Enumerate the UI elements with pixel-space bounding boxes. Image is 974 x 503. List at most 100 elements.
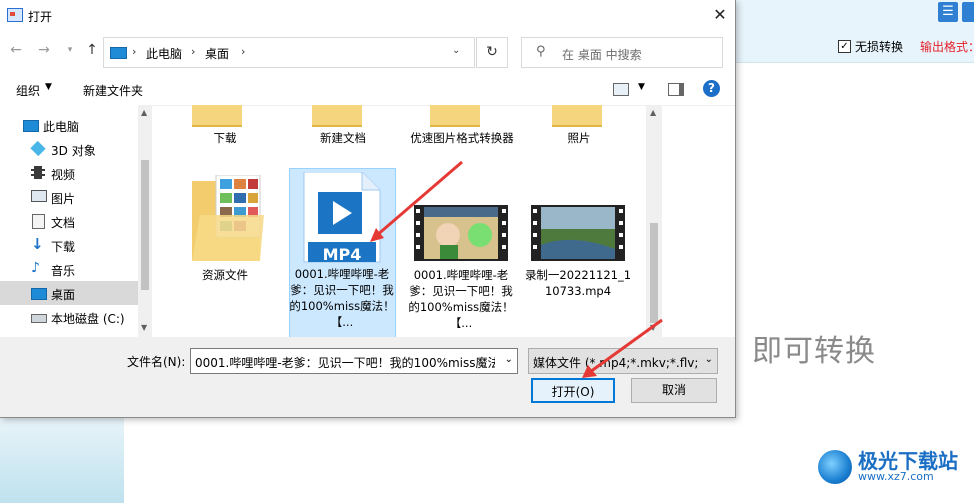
sidebar-item-label: 文档 bbox=[51, 216, 76, 230]
command-toolbar: 组织 ▼ 新建文件夹 ▼ ? bbox=[0, 73, 735, 106]
up-arrow-icon[interactable]: ↑ bbox=[84, 42, 100, 58]
filename-value: 0001.哔哩哔哩-老爹：见识一下吧！我的100%miss魔法！【... bbox=[195, 356, 495, 370]
video-thumbnail-icon bbox=[414, 205, 508, 261]
file-list-scrollbar[interactable]: ▲ ▼ bbox=[646, 105, 662, 337]
sidebar-item-label: 下载 bbox=[51, 240, 76, 254]
video-icon bbox=[31, 166, 45, 179]
caret-down-icon[interactable]: ▼ bbox=[45, 82, 52, 92]
folder-photos[interactable]: 照片 bbox=[524, 130, 634, 146]
dialog-title: 打开 bbox=[28, 10, 53, 24]
folder-icon[interactable] bbox=[430, 105, 480, 127]
sidebar-item-pictures[interactable]: 图片 bbox=[0, 185, 138, 209]
sidebar-item-label: 本地磁盘 (C:) bbox=[51, 312, 125, 326]
sidebar-item-label: 桌面 bbox=[51, 288, 76, 302]
search-input[interactable]: ⚲ 在 桌面 中搜索 bbox=[521, 37, 723, 68]
documents-icon bbox=[32, 214, 45, 229]
filename-input[interactable]: 0001.哔哩哔哩-老爹：见识一下吧！我的100%miss魔法！【... ⌄ bbox=[190, 348, 518, 374]
sidebar-item-3d-objects[interactable]: 3D 对象 bbox=[0, 137, 138, 161]
forward-arrow-icon[interactable]: → bbox=[36, 42, 52, 58]
scroll-up-icon[interactable]: ▲ bbox=[650, 108, 656, 117]
view-mode-icon[interactable] bbox=[613, 83, 629, 96]
file-name: 资源文件 bbox=[202, 268, 248, 282]
file-mp4-selected[interactable]: MP4 0001.哔哩哔哩-老爹：见识一下吧！我的100%miss魔法！【... bbox=[289, 168, 396, 337]
sidebar-item-label: 3D 对象 bbox=[51, 144, 96, 158]
file-list: 下载 新建文档 优速图片格式转换器 照片 资源文件 MP4 0001.哔哩哔哩-… bbox=[152, 105, 646, 337]
sidebar-item-this-pc[interactable]: 此电脑 bbox=[0, 113, 138, 137]
close-button[interactable]: ✕ bbox=[706, 4, 734, 26]
scroll-down-icon[interactable]: ▼ bbox=[650, 323, 656, 332]
scrollbar-thumb[interactable] bbox=[650, 223, 658, 323]
sidebar-item-label: 视频 bbox=[51, 168, 76, 182]
download-icon: ↓ bbox=[31, 235, 44, 253]
cancel-button[interactable]: 取消 bbox=[631, 378, 717, 403]
breadcrumb-separator[interactable]: › bbox=[241, 45, 245, 58]
folder-icon[interactable] bbox=[312, 105, 362, 127]
scroll-down-icon[interactable]: ▼ bbox=[141, 323, 147, 332]
folder-downloads[interactable]: 下载 bbox=[170, 130, 280, 146]
menu-icon[interactable]: ☰ bbox=[938, 2, 958, 22]
video-thumbnail-icon bbox=[531, 205, 625, 261]
sidebar-item-downloads[interactable]: ↓ 下载 bbox=[0, 233, 138, 257]
caret-down-icon[interactable]: ▼ bbox=[638, 82, 645, 92]
chevron-down-icon[interactable]: ⌄ bbox=[505, 354, 513, 365]
file-name: 0001.哔哩哔哩-老爹：见识一下吧！我的100%miss魔法！【... bbox=[289, 267, 395, 329]
open-button[interactable]: 打开(O) bbox=[531, 378, 615, 403]
app-icon bbox=[7, 8, 23, 22]
folder-with-images-icon bbox=[192, 175, 264, 261]
new-folder-button[interactable]: 新建文件夹 bbox=[83, 82, 143, 99]
search-icon: ⚲ bbox=[536, 44, 546, 59]
address-bar[interactable]: › 此电脑 › 桌面 › ⌄ bbox=[103, 37, 475, 68]
output-format-label: 输出格式： bbox=[920, 40, 974, 54]
logo-mark-icon bbox=[818, 450, 852, 484]
scroll-up-icon[interactable]: ▲ bbox=[141, 108, 147, 117]
sidebar-item-documents[interactable]: 文档 bbox=[0, 209, 138, 233]
chevron-down-icon[interactable]: ⌄ bbox=[705, 354, 713, 365]
mp4-badge: MP4 bbox=[322, 245, 362, 264]
title-bar: 打开 ✕ bbox=[0, 0, 735, 30]
background-image bbox=[0, 417, 124, 503]
folder-image-converter[interactable]: 优速图片格式转换器 bbox=[407, 130, 517, 146]
breadcrumb-item-desktop[interactable]: 桌面 bbox=[205, 45, 229, 62]
drop-hint-text: 即可转换 bbox=[752, 334, 876, 369]
organize-menu[interactable]: 组织 bbox=[16, 82, 40, 99]
open-file-dialog: 打开 ✕ ← → ▾ ↑ › 此电脑 › 桌面 › ⌄ ↻ ⚲ 在 桌面 中搜索… bbox=[0, 0, 736, 418]
breadcrumb-separator[interactable]: › bbox=[132, 45, 136, 58]
breadcrumb-item-pc[interactable]: 此电脑 bbox=[146, 45, 182, 62]
file-name: 录制一20221121_110733.mp4 bbox=[524, 268, 632, 298]
lossless-label: 无损转换 bbox=[855, 40, 904, 54]
pc-icon bbox=[110, 47, 127, 59]
lossless-toggle[interactable]: ✓ 无损转换 bbox=[838, 38, 903, 55]
watermark-logo: 极光下载站 www.xz7.com bbox=[818, 450, 958, 484]
recent-locations-icon[interactable]: ▾ bbox=[62, 42, 78, 58]
checkbox-checked-icon[interactable]: ✓ bbox=[838, 40, 851, 53]
3d-objects-icon bbox=[30, 140, 46, 157]
disk-icon bbox=[31, 314, 47, 323]
scrollbar-thumb[interactable] bbox=[141, 160, 149, 290]
desktop-icon bbox=[31, 288, 47, 300]
window-control[interactable] bbox=[962, 2, 974, 22]
chevron-down-icon[interactable]: ⌄ bbox=[452, 45, 460, 56]
file-new-doc[interactable]: 新建文档 bbox=[288, 130, 398, 146]
folder-icon[interactable] bbox=[552, 105, 602, 127]
sidebar-item-local-disk[interactable]: 本地磁盘 (C:) bbox=[0, 305, 138, 329]
file-type-filter[interactable]: 媒体文件 (*.mp4;*.mkv;*.flv;*.f ⌄ bbox=[528, 348, 718, 374]
music-icon: ♪ bbox=[31, 260, 40, 276]
sidebar-item-video[interactable]: 视频 bbox=[0, 161, 138, 185]
sidebar-item-label: 音乐 bbox=[51, 264, 76, 278]
navigation-row: ← → ▾ ↑ › 此电脑 › 桌面 › ⌄ ↻ ⚲ 在 桌面 中搜索 bbox=[0, 34, 735, 68]
logo-text: 极光下载站 bbox=[858, 449, 958, 473]
filename-label: 文件名(N): bbox=[127, 355, 186, 369]
sidebar-item-label: 图片 bbox=[51, 192, 76, 206]
folder-icon[interactable] bbox=[192, 105, 242, 127]
navigation-pane: 此电脑 3D 对象 视频 图片 文档 ↓ 下载 ♪ 音乐 桌面 本地磁盘 (C:… bbox=[0, 105, 152, 337]
sidebar-scrollbar[interactable]: ▲ ▼ bbox=[138, 105, 152, 337]
help-icon[interactable]: ? bbox=[703, 80, 720, 97]
sidebar-item-desktop[interactable]: 桌面 bbox=[0, 281, 138, 305]
sidebar-item-music[interactable]: ♪ 音乐 bbox=[0, 257, 138, 281]
refresh-button[interactable]: ↻ bbox=[476, 37, 508, 68]
preview-pane-icon[interactable] bbox=[668, 83, 684, 96]
sidebar-item-label: 此电脑 bbox=[43, 120, 80, 134]
pc-icon bbox=[23, 120, 39, 132]
breadcrumb-separator[interactable]: › bbox=[191, 45, 195, 58]
back-arrow-icon[interactable]: ← bbox=[8, 42, 24, 58]
